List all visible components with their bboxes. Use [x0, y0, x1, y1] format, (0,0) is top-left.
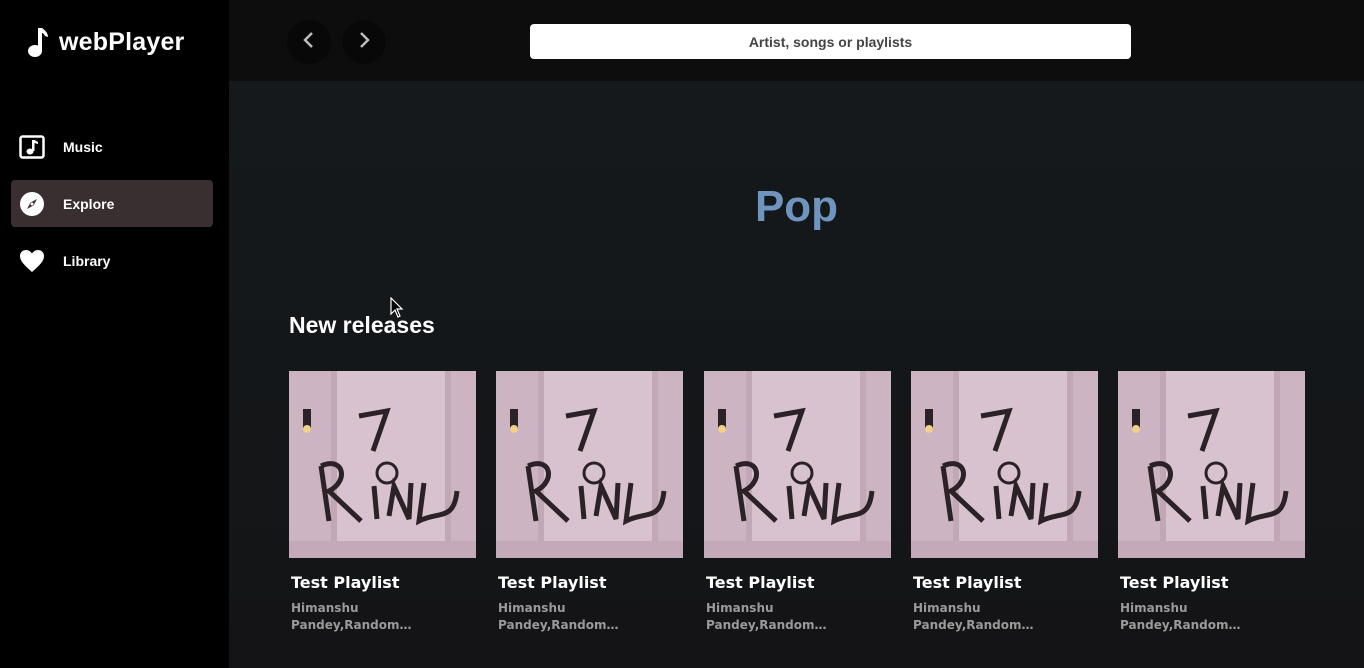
- card-title: Test Playlist: [498, 573, 607, 592]
- brand-logo[interactable]: webPlayer: [27, 26, 184, 58]
- card-description: Himanshu Pandey,Random Person,John Doe,P…: [291, 601, 400, 632]
- card-title: Test Playlist: [291, 573, 400, 592]
- card-description: Himanshu Pandey,Random Person,John Doe,P…: [1120, 601, 1229, 632]
- app-window: webPlayer Music Explore Library Artist, …: [0, 0, 1364, 668]
- playlist-card[interactable]: Test Playlist Himanshu Pandey,Random Per…: [289, 371, 476, 634]
- album-cover: [1118, 371, 1305, 558]
- chevron-left-icon: [302, 31, 316, 54]
- forward-button[interactable]: [342, 20, 386, 64]
- chevron-right-icon: [357, 31, 371, 54]
- card-title: Test Playlist: [1120, 573, 1229, 592]
- sidebar-item-label: Library: [63, 252, 111, 269]
- music-note-icon: [27, 26, 49, 58]
- playlist-card[interactable]: Test Playlist Himanshu Pandey,Random Per…: [704, 371, 891, 634]
- brand-title: webPlayer: [59, 27, 185, 56]
- music-square-icon: [19, 134, 45, 160]
- heart-icon: [19, 248, 45, 274]
- playlist-card[interactable]: Test Playlist Himanshu Pandey,Random Per…: [1118, 371, 1305, 634]
- card-description: Himanshu Pandey,Random Person,John Doe,P…: [498, 601, 607, 632]
- playlist-card[interactable]: Test Playlist Himanshu Pandey,Random Per…: [496, 371, 683, 634]
- card-title: Test Playlist: [913, 573, 1022, 592]
- genre-title: Pop: [754, 182, 839, 231]
- sidebar-item-label: Explore: [63, 195, 115, 212]
- sidebar-item-explore[interactable]: Explore: [11, 180, 213, 227]
- top-bar: [229, 0, 1364, 81]
- compass-icon: [19, 191, 45, 217]
- card-description: Himanshu Pandey,Random Person,John Doe,P…: [706, 601, 815, 632]
- card-title: Test Playlist: [706, 573, 815, 592]
- main-content: Pop New releases: [229, 0, 1364, 668]
- sidebar-item-library[interactable]: Library: [11, 237, 213, 284]
- mouse-cursor-icon: [390, 296, 404, 324]
- back-button[interactable]: [287, 20, 331, 64]
- playlist-card[interactable]: Test Playlist Himanshu Pandey,Random Per…: [911, 371, 1098, 634]
- sidebar-item-label: Music: [63, 138, 103, 155]
- album-cover: [289, 371, 476, 558]
- album-cover: [496, 371, 683, 558]
- search-input[interactable]: [530, 24, 1131, 59]
- album-cover: [911, 371, 1098, 558]
- sidebar-item-music[interactable]: Music: [11, 123, 213, 170]
- card-description: Himanshu Pandey,Random Person,John Doe,P…: [913, 601, 1022, 632]
- section-title: New releases: [289, 312, 435, 338]
- sidebar: webPlayer Music Explore Library: [0, 0, 229, 668]
- album-cover: [704, 371, 891, 558]
